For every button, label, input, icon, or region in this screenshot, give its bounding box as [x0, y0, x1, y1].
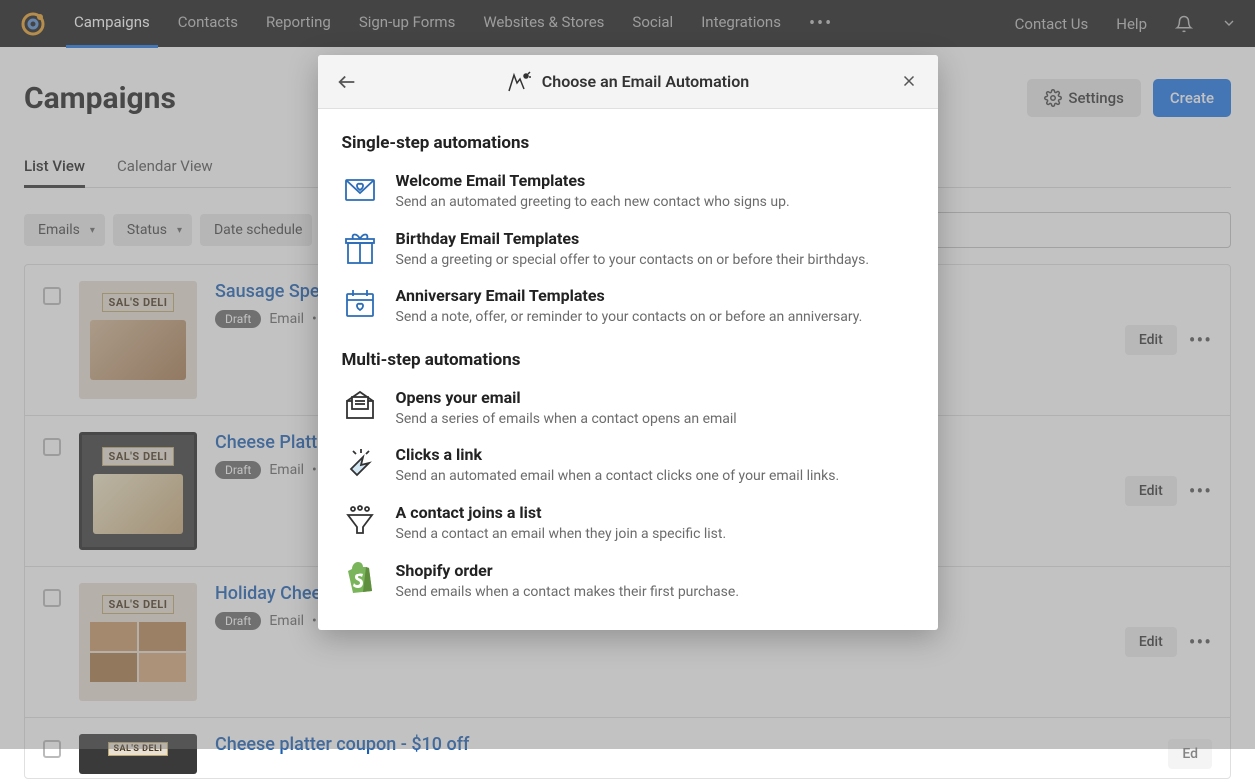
option-birthday-email[interactable]: Birthday Email Templates Send a greeting…: [342, 229, 914, 271]
option-title: Welcome Email Templates: [396, 171, 914, 190]
modal-body: Single-step automations Welcome Email Te…: [318, 109, 938, 630]
option-clicks-link[interactable]: Clicks a link Send an automated email wh…: [342, 445, 914, 487]
option-desc: Send an automated email when a contact c…: [396, 467, 914, 487]
modal-header: Choose an Email Automation: [318, 55, 938, 109]
envelope-heart-icon: [342, 171, 378, 207]
automation-icon: [506, 71, 532, 93]
option-desc: Send an automated greeting to each new c…: [396, 193, 914, 213]
modal-overlay[interactable]: Choose an Email Automation Single-step a…: [0, 0, 1255, 749]
option-desc: Send emails when a contact makes their f…: [396, 583, 914, 603]
option-desc: Send a note, offer, or reminder to your …: [396, 308, 914, 328]
option-contact-joins-list[interactable]: A contact joins a list Send a contact an…: [342, 503, 914, 545]
section-multi-step: Multi-step automations: [342, 350, 914, 370]
option-welcome-email[interactable]: Welcome Email Templates Send an automate…: [342, 171, 914, 213]
option-title: Clicks a link: [396, 445, 914, 464]
option-desc: Send a series of emails when a contact o…: [396, 410, 914, 430]
option-shopify-order[interactable]: Shopify order Send emails when a contact…: [342, 561, 914, 603]
section-single-step: Single-step automations: [342, 133, 914, 153]
option-opens-email[interactable]: Opens your email Send a series of emails…: [342, 388, 914, 430]
open-email-icon: [342, 388, 378, 424]
option-title: Opens your email: [396, 388, 914, 407]
option-title: A contact joins a list: [396, 503, 914, 522]
funnel-icon: [342, 503, 378, 539]
modal-title: Choose an Email Automation: [318, 71, 938, 93]
cursor-click-icon: [342, 445, 378, 481]
gift-icon: [342, 229, 378, 265]
option-title: Birthday Email Templates: [396, 229, 914, 248]
option-desc: Send a contact an email when they join a…: [396, 525, 914, 545]
shopify-icon: [342, 561, 378, 597]
option-title: Anniversary Email Templates: [396, 286, 914, 305]
automation-modal: Choose an Email Automation Single-step a…: [318, 55, 938, 630]
option-desc: Send a greeting or special offer to your…: [396, 251, 914, 271]
calendar-heart-icon: [342, 286, 378, 322]
option-anniversary-email[interactable]: Anniversary Email Templates Send a note,…: [342, 286, 914, 328]
option-title: Shopify order: [396, 561, 914, 580]
modal-title-text: Choose an Email Automation: [542, 72, 749, 91]
close-button[interactable]: [900, 72, 920, 92]
